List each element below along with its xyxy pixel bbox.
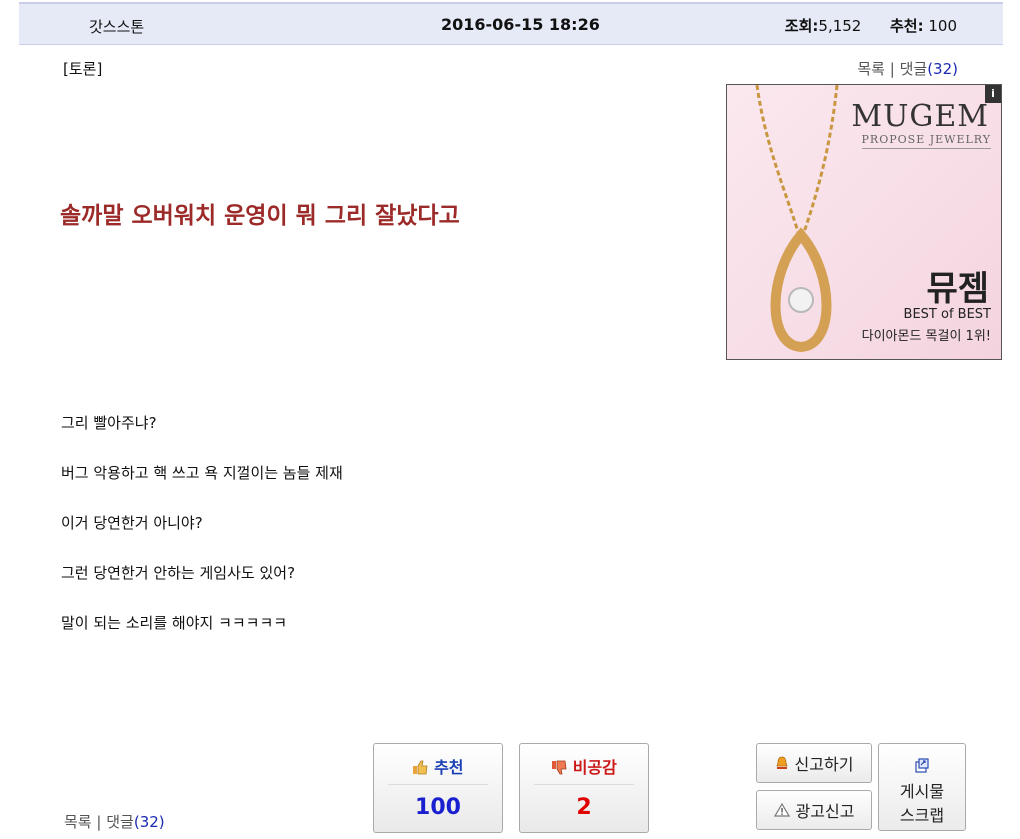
- divider: [388, 784, 488, 785]
- body-line: 말이 되는 소리를 해야지 ㅋㅋㅋㅋㅋ: [61, 614, 288, 632]
- link-separator: |: [889, 60, 895, 78]
- comments-link-bottom[interactable]: 댓글(32): [106, 813, 164, 831]
- post-category: [토론]: [63, 60, 103, 78]
- recommend-button-label: 추천: [374, 754, 502, 778]
- post-datetime: 2016-06-15 18:26: [441, 15, 600, 34]
- ad-best: BEST of BEST: [903, 307, 991, 322]
- disagree-text: 비공감: [572, 758, 617, 777]
- ad-korean-name: 뮤젬: [926, 269, 989, 309]
- ad-report-label: 광고신고: [795, 802, 855, 821]
- views-count: 5,152: [818, 17, 862, 35]
- scrap-label-line2: 스크랩: [899, 806, 945, 825]
- body-line: 버그 악용하고 핵 쓰고 욕 지껄이는 놈들 제재: [61, 464, 343, 482]
- views-label: 조회:: [784, 17, 819, 35]
- warning-icon: [773, 803, 790, 817]
- scrap-button[interactable]: 게시물 스크랩: [878, 743, 966, 831]
- scrap-icon: [915, 758, 929, 773]
- ad-brand: MUGEM: [851, 99, 989, 134]
- disagree-button-label: 비공감: [520, 754, 648, 778]
- report-button[interactable]: 신고하기: [756, 743, 872, 783]
- comments-link[interactable]: 댓글(32): [900, 60, 958, 78]
- link-separator: |: [96, 813, 102, 831]
- disagree-button[interactable]: 비공감 2: [519, 743, 649, 833]
- comments-link-label: 댓글: [106, 813, 134, 831]
- divider: [534, 784, 634, 785]
- ad-banner[interactable]: i MUGEM PROPOSE JEWELRY 뮤젬 BEST of BEST …: [726, 84, 1002, 360]
- scrap-label-line1: 게시물: [899, 782, 945, 801]
- comments-count: (32): [133, 813, 165, 831]
- ad-report-button[interactable]: 광고신고: [756, 790, 872, 830]
- top-nav-links: 목록 | 댓글(32): [857, 58, 958, 79]
- body-line: 그런 당연한거 안하는 게임사도 있어?: [61, 564, 296, 582]
- recommend-count-display: 100: [415, 795, 461, 820]
- ad-subtitle: PROPOSE JEWELRY: [861, 133, 991, 149]
- bell-icon: [775, 756, 788, 769]
- post-stats: 조회:5,152 추천: 100: [785, 15, 957, 36]
- post-body: 그리 빨아주냐? 버그 악용하고 핵 쓰고 욕 지껄이는 놈들 제재 이거 당연…: [61, 414, 343, 664]
- body-line: 그리 빨아주냐?: [61, 414, 157, 432]
- report-label: 신고하기: [794, 755, 854, 774]
- post-title: 솔까말 오버워치 운영이 뭐 그리 잘났다고: [60, 203, 460, 229]
- post-info-bar: 갓스스톤 2016-06-15 18:26 조회:5,152 추천: 100: [19, 2, 1003, 45]
- recommend-button[interactable]: 추천 100: [373, 743, 503, 833]
- thumbs-down-icon: [552, 760, 567, 775]
- recommend-label: 추천:: [889, 17, 924, 35]
- author-name[interactable]: 갓스스톤: [89, 16, 144, 37]
- bottom-nav-links: 목록 | 댓글(32): [64, 811, 165, 832]
- list-link-bottom[interactable]: 목록: [64, 813, 92, 831]
- thumbs-up-icon: [413, 760, 428, 775]
- recommend-count: 100: [928, 17, 957, 35]
- necklace-image: [755, 85, 839, 353]
- comments-count: (32): [927, 60, 958, 78]
- ad-tagline: 다이아몬드 목걸이 1위!: [861, 329, 991, 344]
- body-line: 이거 당연한거 아니야?: [61, 514, 203, 532]
- list-link[interactable]: 목록: [857, 60, 885, 78]
- disagree-count-display: 2: [576, 795, 592, 820]
- comments-link-label: 댓글: [899, 60, 928, 78]
- recommend-text: 추천: [434, 758, 464, 777]
